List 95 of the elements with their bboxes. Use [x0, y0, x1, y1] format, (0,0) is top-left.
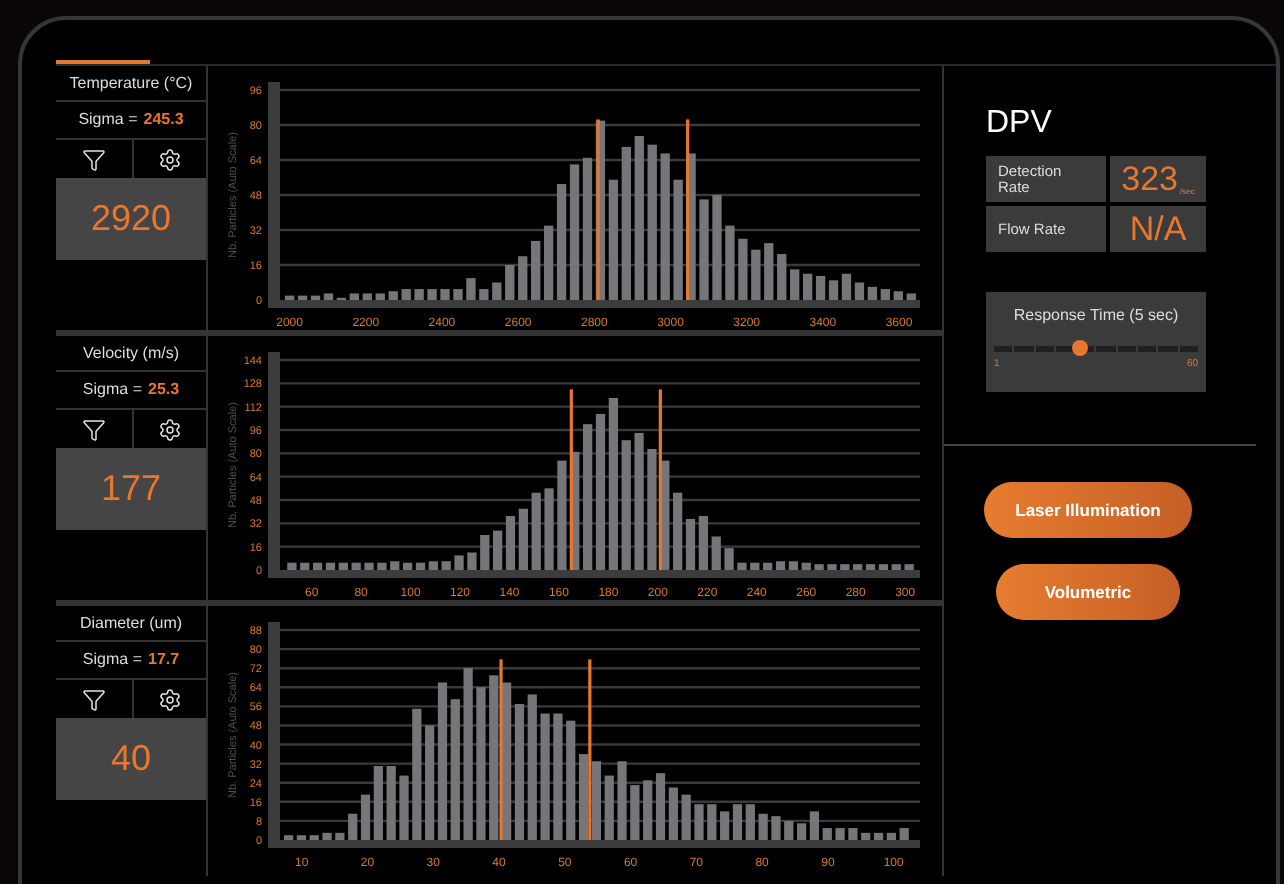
histogram-bar [758, 813, 768, 840]
histogram-bar [351, 562, 361, 570]
histogram-bar [412, 708, 422, 840]
histogram-bar [540, 713, 550, 840]
histogram-bar [827, 564, 837, 570]
histogram-bar [518, 256, 528, 300]
value-display: 2920 [56, 178, 206, 260]
histogram-bar [401, 289, 411, 300]
histogram-bar [553, 713, 563, 840]
histogram-bar [764, 243, 774, 300]
value-display: 177 [56, 448, 206, 530]
histogram-bar [388, 291, 398, 300]
histogram-bar [467, 552, 477, 570]
histogram-bar [453, 289, 463, 300]
sigma-label: Sigma = [82, 648, 142, 672]
histogram-bar [771, 816, 781, 840]
histogram-bar [906, 293, 916, 300]
histogram-bar [287, 562, 297, 570]
histogram-bar [899, 828, 909, 840]
panel-title: DPV [986, 108, 1054, 140]
action-button[interactable]: Volumetric [996, 564, 1180, 620]
histogram-bar [738, 238, 748, 300]
histogram-bar [604, 775, 614, 840]
histogram-bar [427, 289, 437, 300]
histogram-bar [441, 561, 451, 570]
histogram-bar [814, 564, 824, 570]
filter-icon[interactable] [82, 417, 106, 441]
sigma-value: 17.7 [148, 648, 180, 672]
histogram-bar [835, 828, 845, 840]
histogram-bar [480, 535, 490, 570]
histogram-bar [784, 820, 794, 840]
channel-title: Velocity (m/s) [82, 341, 179, 365]
histogram-bar [309, 835, 319, 840]
sigma-label: Sigma = [78, 108, 138, 132]
histogram-bar [660, 460, 670, 570]
histogram-bar [414, 289, 424, 300]
metric-value: N/A [1110, 206, 1206, 252]
sigma-value: 25.3 [148, 378, 180, 402]
slider-label: Response Time (5 sec) [1013, 304, 1179, 328]
histogram-bar [617, 761, 627, 840]
channel-title: Temperature (°C) [69, 71, 193, 95]
settings-icon[interactable] [158, 147, 182, 171]
histogram-bar [751, 249, 761, 300]
histogram-bar [904, 564, 914, 570]
histogram-bar [681, 794, 691, 840]
histogram-bar [724, 548, 734, 570]
histogram-bar [386, 766, 396, 840]
histogram-bar [750, 562, 760, 570]
histogram-bar [630, 785, 640, 840]
histogram-bar [364, 562, 374, 570]
histogram-bar [300, 562, 310, 570]
histogram-bar [454, 555, 464, 570]
histogram-bar [737, 562, 747, 570]
histogram-bar [801, 562, 811, 570]
channel-title: Diameter (um) [79, 611, 183, 635]
slider-thumb[interactable] [1071, 340, 1088, 356]
histogram-bar [557, 460, 567, 570]
settings-icon[interactable] [158, 417, 182, 441]
sigma-label: Sigma = [82, 378, 142, 402]
histogram-bar [492, 282, 502, 300]
histogram-bar [440, 289, 450, 300]
histogram-bar [335, 832, 345, 840]
histogram-bar [777, 254, 787, 300]
histogram-bar [725, 225, 735, 300]
action-button[interactable]: Laser Illumination [983, 482, 1193, 538]
histogram-bar [707, 804, 717, 840]
accent-line [56, 60, 150, 64]
histogram-bar [390, 561, 400, 570]
histogram-bar [377, 562, 387, 570]
histogram-bar [466, 278, 476, 300]
histogram-bar [479, 289, 489, 300]
histogram-bar [634, 432, 644, 570]
histogram-bar [893, 291, 903, 300]
response-time-slider[interactable] [994, 340, 1198, 356]
histogram-bar [375, 293, 385, 300]
histogram-bar [712, 195, 722, 300]
settings-icon[interactable] [158, 687, 182, 711]
histogram-bar [694, 804, 704, 840]
histogram-bar [848, 828, 858, 840]
value-display: 40 [56, 718, 206, 800]
histogram-bar [647, 448, 657, 570]
histogram-bar [621, 440, 631, 570]
histogram-bar [505, 265, 515, 300]
histogram-bar [570, 451, 580, 570]
histogram-bar [699, 199, 709, 300]
filter-icon[interactable] [82, 687, 106, 711]
histogram-bar [711, 536, 721, 570]
histogram-bar [544, 488, 554, 570]
filter-icon[interactable] [82, 147, 106, 171]
histogram-bar [840, 564, 850, 570]
histogram-bar [399, 775, 409, 840]
sigma-value: 245.3 [143, 108, 184, 132]
histogram-bar [531, 492, 541, 570]
histogram-bar [673, 179, 683, 300]
histogram-bar [322, 832, 332, 840]
